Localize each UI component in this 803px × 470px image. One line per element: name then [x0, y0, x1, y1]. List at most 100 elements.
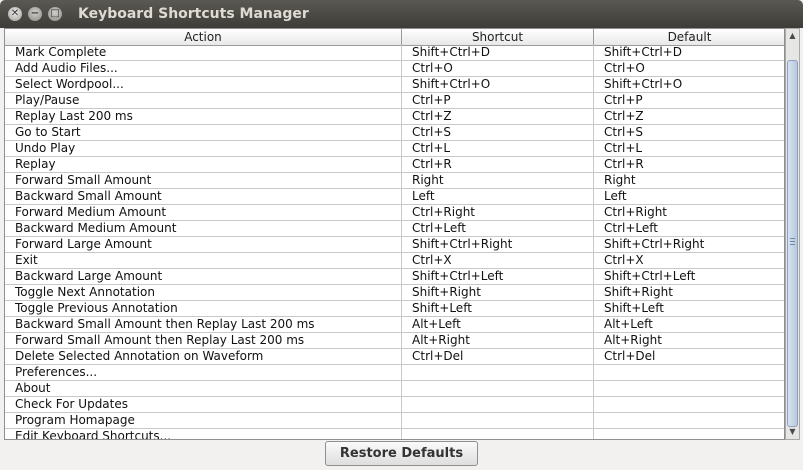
- action-cell: Backward Medium Amount: [5, 221, 402, 236]
- table-row[interactable]: Backward Small Amount Left Left: [5, 189, 784, 205]
- shortcut-cell[interactable]: [402, 413, 594, 428]
- scrollbar-thumb[interactable]: [787, 60, 798, 427]
- shortcut-cell[interactable]: Alt+Right: [402, 333, 594, 348]
- action-cell: Forward Large Amount: [5, 237, 402, 252]
- table-row[interactable]: Undo Play Ctrl+L Ctrl+L: [5, 141, 784, 157]
- table-body: Mark Complete Shift+Ctrl+D Shift+Ctrl+D Add…: [5, 45, 784, 439]
- action-cell: Play/Pause: [5, 93, 402, 108]
- shortcut-cell[interactable]: Alt+Left: [402, 317, 594, 332]
- default-cell: Shift+Ctrl+Right: [604, 237, 705, 251]
- table-row[interactable]: Forward Large Amount Shift+Ctrl+Right Shif…: [5, 237, 784, 253]
- default-cell: Alt+Right: [604, 333, 662, 347]
- shortcut-cell[interactable]: Shift+Ctrl+Left: [402, 269, 594, 284]
- default-cell: Ctrl+X: [604, 253, 644, 267]
- table-row[interactable]: Add Audio Files... Ctrl+O Ctrl+O: [5, 61, 784, 77]
- action-cell: Select Wordpool...: [5, 77, 402, 92]
- shortcut-cell[interactable]: Shift+Ctrl+O: [402, 77, 594, 92]
- shortcut-cell[interactable]: Left: [402, 189, 594, 204]
- shortcut-cell[interactable]: Ctrl+Del: [402, 349, 594, 364]
- action-cell: Forward Medium Amount: [5, 205, 402, 220]
- close-icon[interactable]: ✕: [8, 7, 22, 21]
- shortcut-cell[interactable]: Ctrl+Left: [402, 221, 594, 236]
- shortcut-cell[interactable]: Ctrl+O: [402, 61, 594, 76]
- shortcut-cell[interactable]: [402, 381, 594, 396]
- action-cell: About: [5, 381, 402, 396]
- shortcut-cell[interactable]: [402, 429, 594, 439]
- default-cell: Alt+Left: [604, 317, 653, 331]
- action-cell: Program Homapage: [5, 413, 402, 428]
- table-row[interactable]: Backward Large Amount Shift+Ctrl+Left Shif…: [5, 269, 784, 285]
- default-cell: [594, 397, 784, 412]
- shortcut-cell[interactable]: [402, 365, 594, 380]
- action-cell: Undo Play: [5, 141, 402, 156]
- action-cell: Replay Last 200 ms: [5, 109, 402, 124]
- shortcut-cell[interactable]: Ctrl+Z: [402, 109, 594, 124]
- default-cell: Shift+Ctrl+D: [604, 45, 682, 59]
- minimize-icon[interactable]: −: [28, 7, 42, 21]
- default-cell: Ctrl+Del: [604, 349, 656, 363]
- table-row[interactable]: Exit Ctrl+X Ctrl+X: [5, 253, 784, 269]
- default-cell: Ctrl+P: [604, 93, 643, 107]
- action-cell: Add Audio Files...: [5, 61, 402, 76]
- table-row[interactable]: Preferences...: [5, 365, 784, 381]
- restore-defaults-button[interactable]: Restore Defaults: [325, 441, 478, 466]
- shortcut-cell[interactable]: Shift+Ctrl+Right: [402, 237, 594, 252]
- shortcut-cell[interactable]: Ctrl+S: [402, 125, 594, 140]
- shortcut-cell[interactable]: Shift+Right: [402, 285, 594, 300]
- default-cell: Ctrl+S: [604, 125, 644, 139]
- table-row[interactable]: Go to Start Ctrl+S Ctrl+S: [5, 125, 784, 141]
- maximize-icon[interactable]: □: [48, 7, 62, 21]
- default-cell: Ctrl+Right: [604, 205, 668, 219]
- default-cell: [594, 429, 784, 439]
- table-row[interactable]: Toggle Next Annotation Shift+Right Shift+R…: [5, 285, 784, 301]
- arrow-down-icon[interactable]: ▼: [786, 425, 799, 439]
- table-row[interactable]: Play/Pause Ctrl+P Ctrl+P: [5, 93, 784, 109]
- shortcut-cell[interactable]: [402, 397, 594, 412]
- action-cell: Delete Selected Annotation on Waveform: [5, 349, 402, 364]
- shortcut-cell[interactable]: Shift+Left: [402, 301, 594, 316]
- action-cell: Replay: [5, 157, 402, 172]
- shortcuts-table: Action Shortcut Default Mark Complete Shi…: [4, 28, 785, 440]
- action-cell: Go to Start: [5, 125, 402, 140]
- default-cell: [594, 413, 784, 428]
- default-cell: [594, 381, 784, 396]
- default-cell: Right: [604, 173, 636, 187]
- action-cell: Check For Updates: [5, 397, 402, 412]
- table-row[interactable]: Check For Updates: [5, 397, 784, 413]
- shortcut-cell[interactable]: Ctrl+Right: [402, 205, 594, 220]
- column-header-action[interactable]: Action: [5, 29, 402, 45]
- table-row[interactable]: About: [5, 381, 784, 397]
- table-row[interactable]: Edit Keyboard Shortcuts...: [5, 429, 784, 439]
- column-header-shortcut[interactable]: Shortcut: [402, 29, 594, 45]
- shortcut-cell[interactable]: Right: [402, 173, 594, 188]
- action-cell: Exit: [5, 253, 402, 268]
- table-row[interactable]: Forward Small Amount Right Right: [5, 173, 784, 189]
- table-row[interactable]: Backward Medium Amount Ctrl+Left Ctrl+Left: [5, 221, 784, 237]
- shortcut-cell[interactable]: Shift+Ctrl+D: [402, 45, 594, 60]
- shortcut-cell[interactable]: Ctrl+X: [402, 253, 594, 268]
- shortcut-cell[interactable]: Ctrl+R: [402, 157, 594, 172]
- table-row[interactable]: Backward Small Amount then Replay Last 2…: [5, 317, 784, 333]
- table-row[interactable]: Select Wordpool... Shift+Ctrl+O Shift+Ctrl…: [5, 77, 784, 93]
- shortcut-cell[interactable]: Ctrl+P: [402, 93, 594, 108]
- table-row[interactable]: Replay Last 200 ms Ctrl+Z Ctrl+Z: [5, 109, 784, 125]
- table-row[interactable]: Replay Ctrl+R Ctrl+R: [5, 157, 784, 173]
- default-cell: Ctrl+Z: [604, 109, 644, 123]
- action-cell: Forward Small Amount: [5, 173, 402, 188]
- title-bar[interactable]: ✕ − □ Keyboard Shortcuts Manager: [0, 0, 803, 28]
- action-cell: Preferences...: [5, 365, 402, 380]
- default-cell: Ctrl+O: [604, 61, 645, 75]
- default-cell: Shift+Right: [604, 285, 673, 299]
- table-row[interactable]: Forward Medium Amount Ctrl+Right Ctrl+Righ…: [5, 205, 784, 221]
- default-cell: Left: [604, 189, 627, 203]
- table-row[interactable]: Delete Selected Annotation on Waveform Ct…: [5, 349, 784, 365]
- table-row[interactable]: Mark Complete Shift+Ctrl+D Shift+Ctrl+D: [5, 45, 784, 61]
- default-cell: Shift+Ctrl+O: [604, 77, 683, 91]
- table-row[interactable]: Program Homapage: [5, 413, 784, 429]
- table-row[interactable]: Toggle Previous Annotation Shift+Left Shif…: [5, 301, 784, 317]
- table-row[interactable]: Forward Small Amount then Replay Last 20…: [5, 333, 784, 349]
- column-header-default[interactable]: Default: [594, 29, 784, 45]
- arrow-up-icon[interactable]: ▲: [786, 29, 799, 43]
- vertical-scrollbar[interactable]: ▲ ▼: [785, 28, 800, 440]
- shortcut-cell[interactable]: Ctrl+L: [402, 141, 594, 156]
